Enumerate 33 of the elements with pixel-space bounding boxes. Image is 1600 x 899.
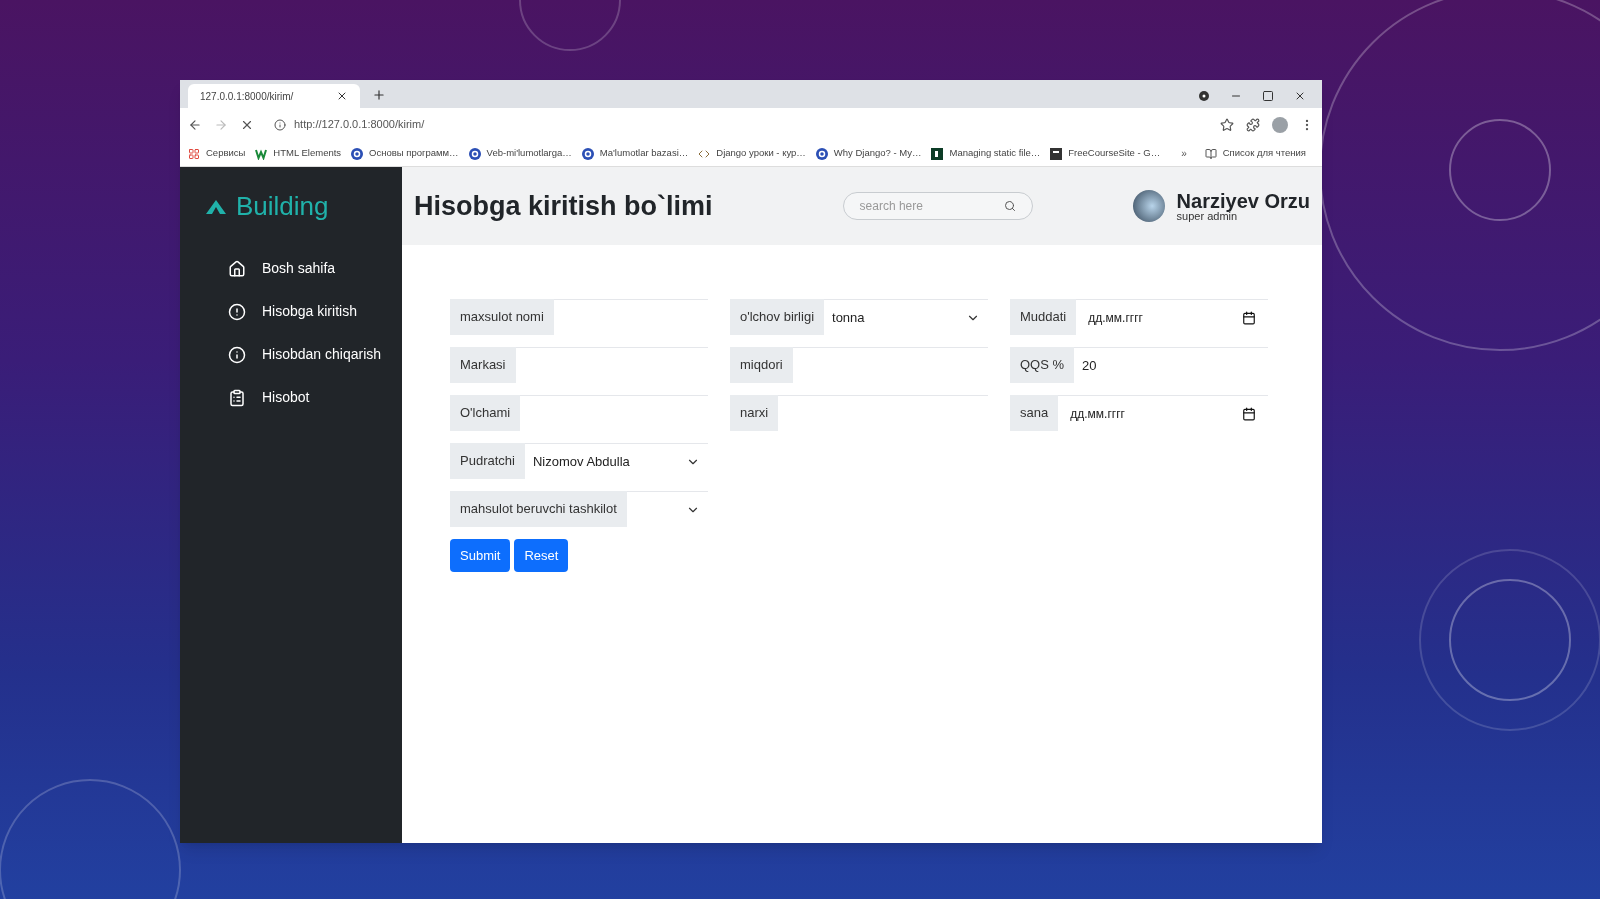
- browser-tab[interactable]: 127.0.0.1:8000/kirim/: [188, 84, 360, 108]
- bookmark-link[interactable]: FreeCourseSite - G…: [1068, 146, 1161, 161]
- field-label: mahsulot beruvchi tashkilot: [450, 491, 627, 527]
- brand-title: Building: [236, 190, 329, 223]
- bookmark-link[interactable]: Managing static file…: [949, 146, 1041, 161]
- field-label: narxi: [730, 395, 779, 431]
- bookmark-link[interactable]: Основы программ…: [369, 146, 459, 161]
- submit-button[interactable]: Submit: [450, 539, 511, 572]
- bookmark-link[interactable]: Сервисы: [206, 146, 246, 161]
- field-label: sana: [1010, 395, 1059, 431]
- bookmark-link[interactable]: Why Django? - My…: [833, 146, 922, 161]
- field-label: QQS %: [1010, 347, 1075, 383]
- nav-item[interactable]: Hisobdan chiqarish: [228, 344, 402, 365]
- field-label: o'lchov birligi: [730, 299, 824, 335]
- bookmark-link[interactable]: Ma'lumotlar bazasi…: [599, 146, 689, 161]
- field-label: maxsulot nomi: [450, 299, 554, 335]
- field-label: miqdori: [730, 347, 793, 383]
- nav-item[interactable]: Hisobot: [228, 387, 402, 408]
- nav-item[interactable]: Hisobga kiritish: [228, 301, 402, 322]
- field-label: Markasi: [450, 347, 516, 383]
- bookmark-link[interactable]: Django уроки - кур…: [716, 146, 806, 161]
- bookmark-link[interactable]: Veb-mi'lumotlarga…: [486, 146, 572, 161]
- field-label: O'lchami: [450, 395, 521, 431]
- overflow-button[interactable]: »: [1181, 146, 1187, 161]
- reading-list-link[interactable]: Список для чтения: [1222, 146, 1306, 161]
- url-field[interactable]: http://127.0.0.1:8000/kirim/: [266, 116, 1208, 133]
- bookmark-link[interactable]: HTML Elements: [273, 146, 342, 161]
- field-label: Muddati: [1010, 299, 1077, 335]
- user-name: Narziyev Orzu: [1176, 190, 1310, 211]
- nav-item[interactable]: Bosh sahifa: [228, 258, 402, 279]
- field-label: Pudratchi: [450, 443, 525, 479]
- reset-button[interactable]: Reset: [514, 539, 569, 572]
- page-title: Hisobga kiritish bo`limi: [414, 189, 713, 223]
